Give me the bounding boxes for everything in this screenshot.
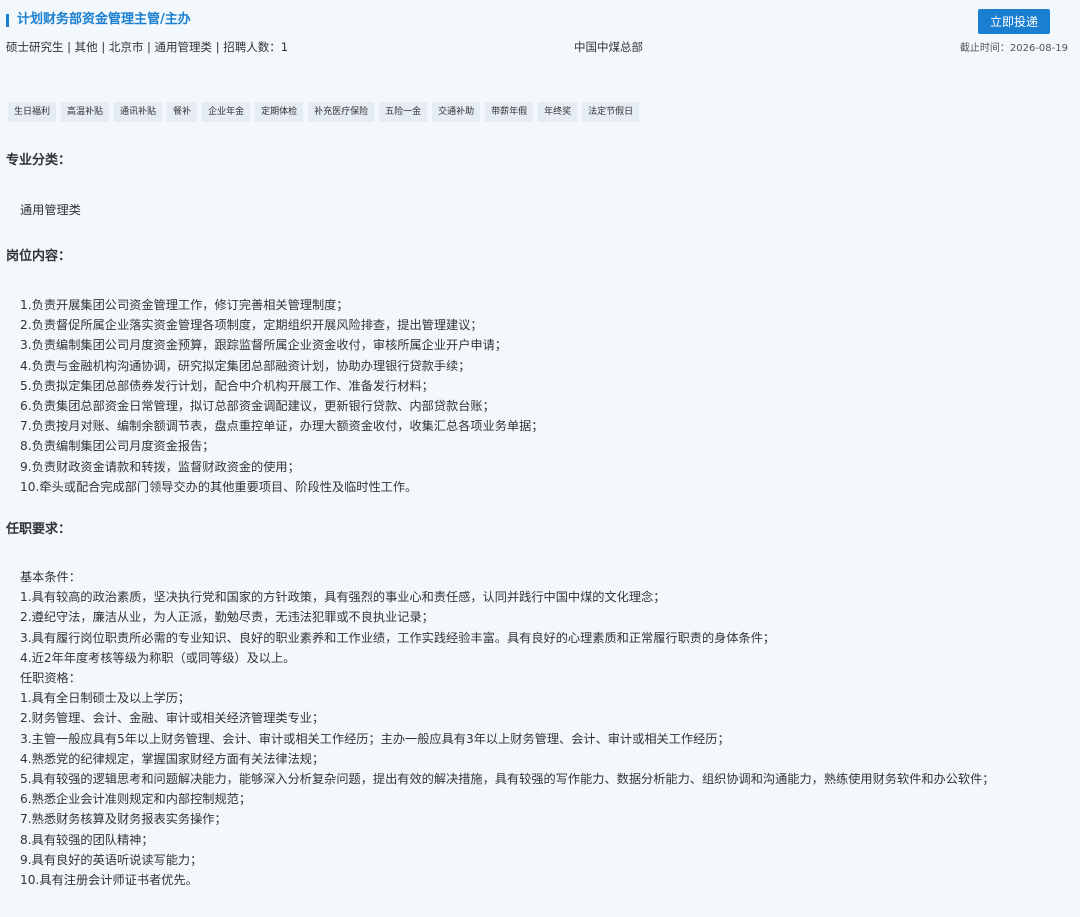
requirement-line: 9.具有良好的英语听说读写能力； <box>20 852 203 867</box>
job-title-row: 计划财务部资金管理主管/主办 <box>6 10 191 30</box>
benefit-tag: 餐补 <box>167 102 198 122</box>
category-text: 通用管理类 <box>20 203 81 217</box>
requirements-list: 基本条件： 1.具有较高的政治素质，坚决执行党和国家的方针政策，具有强烈的事业心… <box>20 567 1070 890</box>
requirement-line: 4.熟悉党的纪律规定，掌握国家财经方面有关法律法规； <box>20 751 325 766</box>
duties-list: 1.负责开展集团公司资金管理工作，修订完善相关管理制度； 2.负责督促所属企业落… <box>20 295 1070 497</box>
benefit-tag: 法定节假日 <box>582 102 640 122</box>
job-detail-page: 计划财务部资金管理主管/主办 立即投递 硕士研究生 | 其他 | 北京市 | 通… <box>0 0 1080 917</box>
apply-button[interactable]: 立即投递 <box>978 9 1050 34</box>
requirement-line: 7.熟悉财务核算及财务报表实务操作； <box>20 812 227 827</box>
benefit-tag: 高温补贴 <box>61 102 110 122</box>
benefit-tag: 通讯补贴 <box>114 102 163 122</box>
duty-line: 7.负责按月对账、编制余额调节表，盘点重控单证，办理大额资金收付，收集汇总各项业… <box>20 419 544 434</box>
category-heading: 专业分类： <box>6 153 72 168</box>
company-name: 中国中煤总部 <box>574 40 643 54</box>
requirement-line: 基本条件： <box>20 570 81 584</box>
job-title: 计划财务部资金管理主管/主办 <box>17 12 191 27</box>
benefit-tag: 交通补助 <box>432 102 481 122</box>
requirement-line: 8.具有较强的团队精神； <box>20 832 154 847</box>
requirement-line: 1.具有全日制硕士及以上学历； <box>20 691 191 706</box>
deadline: 截止时间：2026-08-19 <box>959 43 1068 54</box>
duty-line: 6.负责集团总部资金日常管理，拟订总部资金调配建议，更新银行贷款、内部贷款台账； <box>20 399 495 414</box>
duties-heading: 岗位内容： <box>6 249 72 264</box>
requirement-line: 6.熟悉企业会计准则规定和内部控制规范； <box>20 792 252 807</box>
requirement-line: 2.财务管理、会计、金融、审计或相关经济管理类专业； <box>20 711 325 726</box>
requirement-line: 4.近2年年度考核等级为称职（或同等级）及以上。 <box>20 650 296 665</box>
benefit-tag: 补充医疗保险 <box>308 102 375 122</box>
requirement-line: 3.主管一般应具有5年以上财务管理、会计、审计或相关工作经历；主办一般应具有3年… <box>20 731 730 746</box>
duty-line: 9.负责财政资金请款和转拨，监督财政资金的使用； <box>20 459 300 474</box>
requirement-line: 3.具有履行岗位职责所必需的专业知识、良好的职业素养和工作业绩，工作实践经验丰富… <box>20 630 776 645</box>
requirement-line: 10.具有注册会计师证书者优先。 <box>20 873 198 888</box>
requirement-line: 任职资格： <box>20 671 81 686</box>
benefit-tag: 年终奖 <box>538 102 578 122</box>
requirement-line: 2.遵纪守法，廉洁从业，为人正派，勤勉尽责，无违法犯罪或不良执业记录； <box>20 610 434 625</box>
duty-line: 2.负责督促所属企业落实资金管理各项制度，定期组织开展风险排查，提出管理建议； <box>20 318 483 333</box>
requirement-line: 1.具有较高的政治素质，坚决执行党和国家的方针政策，具有强烈的事业心和责任感，认… <box>20 590 666 605</box>
requirements-heading: 任职要求： <box>6 522 72 537</box>
duty-line: 5.负责拟定集团总部债券发行计划，配合中介机构开展工作、准备发行材料； <box>20 378 434 393</box>
duty-line: 4.负责与金融机构沟通协调，研究拟定集团总部融资计划，协助办理银行贷款手续； <box>20 358 471 373</box>
duty-line: 8.负责编制集团公司月度资金报告； <box>20 439 215 454</box>
job-meta: 硕士研究生 | 其他 | 北京市 | 通用管理类 | 招聘人数：1 <box>6 40 289 54</box>
duty-line: 1.负责开展集团公司资金管理工作，修订完善相关管理制度； <box>20 298 349 312</box>
title-accent-bar <box>6 13 9 27</box>
benefit-tag: 五险一金 <box>379 102 428 122</box>
requirement-line: 5.具有较强的逻辑思考和问题解决能力，能够深入分析复杂问题，提出有效的解决措施，… <box>20 772 995 787</box>
category-content: 通用管理类 <box>20 200 1070 220</box>
benefit-tag: 生日福利 <box>8 102 57 122</box>
benefit-tag: 定期体检 <box>255 102 304 122</box>
benefit-tags: 生日福利 高温补贴 通讯补贴 餐补 企业年金 定期体检 补充医疗保险 五险一金 … <box>8 102 640 122</box>
benefit-tag: 企业年金 <box>202 102 251 122</box>
duty-line: 10.牵头或配合完成部门领导交办的其他重要项目、阶段性及临时性工作。 <box>20 479 418 494</box>
benefit-tag: 带薪年假 <box>485 102 534 122</box>
duty-line: 3.负责编制集团公司月度资金预算，跟踪监督所属企业资金收付，审核所属企业开户申请… <box>20 338 507 353</box>
